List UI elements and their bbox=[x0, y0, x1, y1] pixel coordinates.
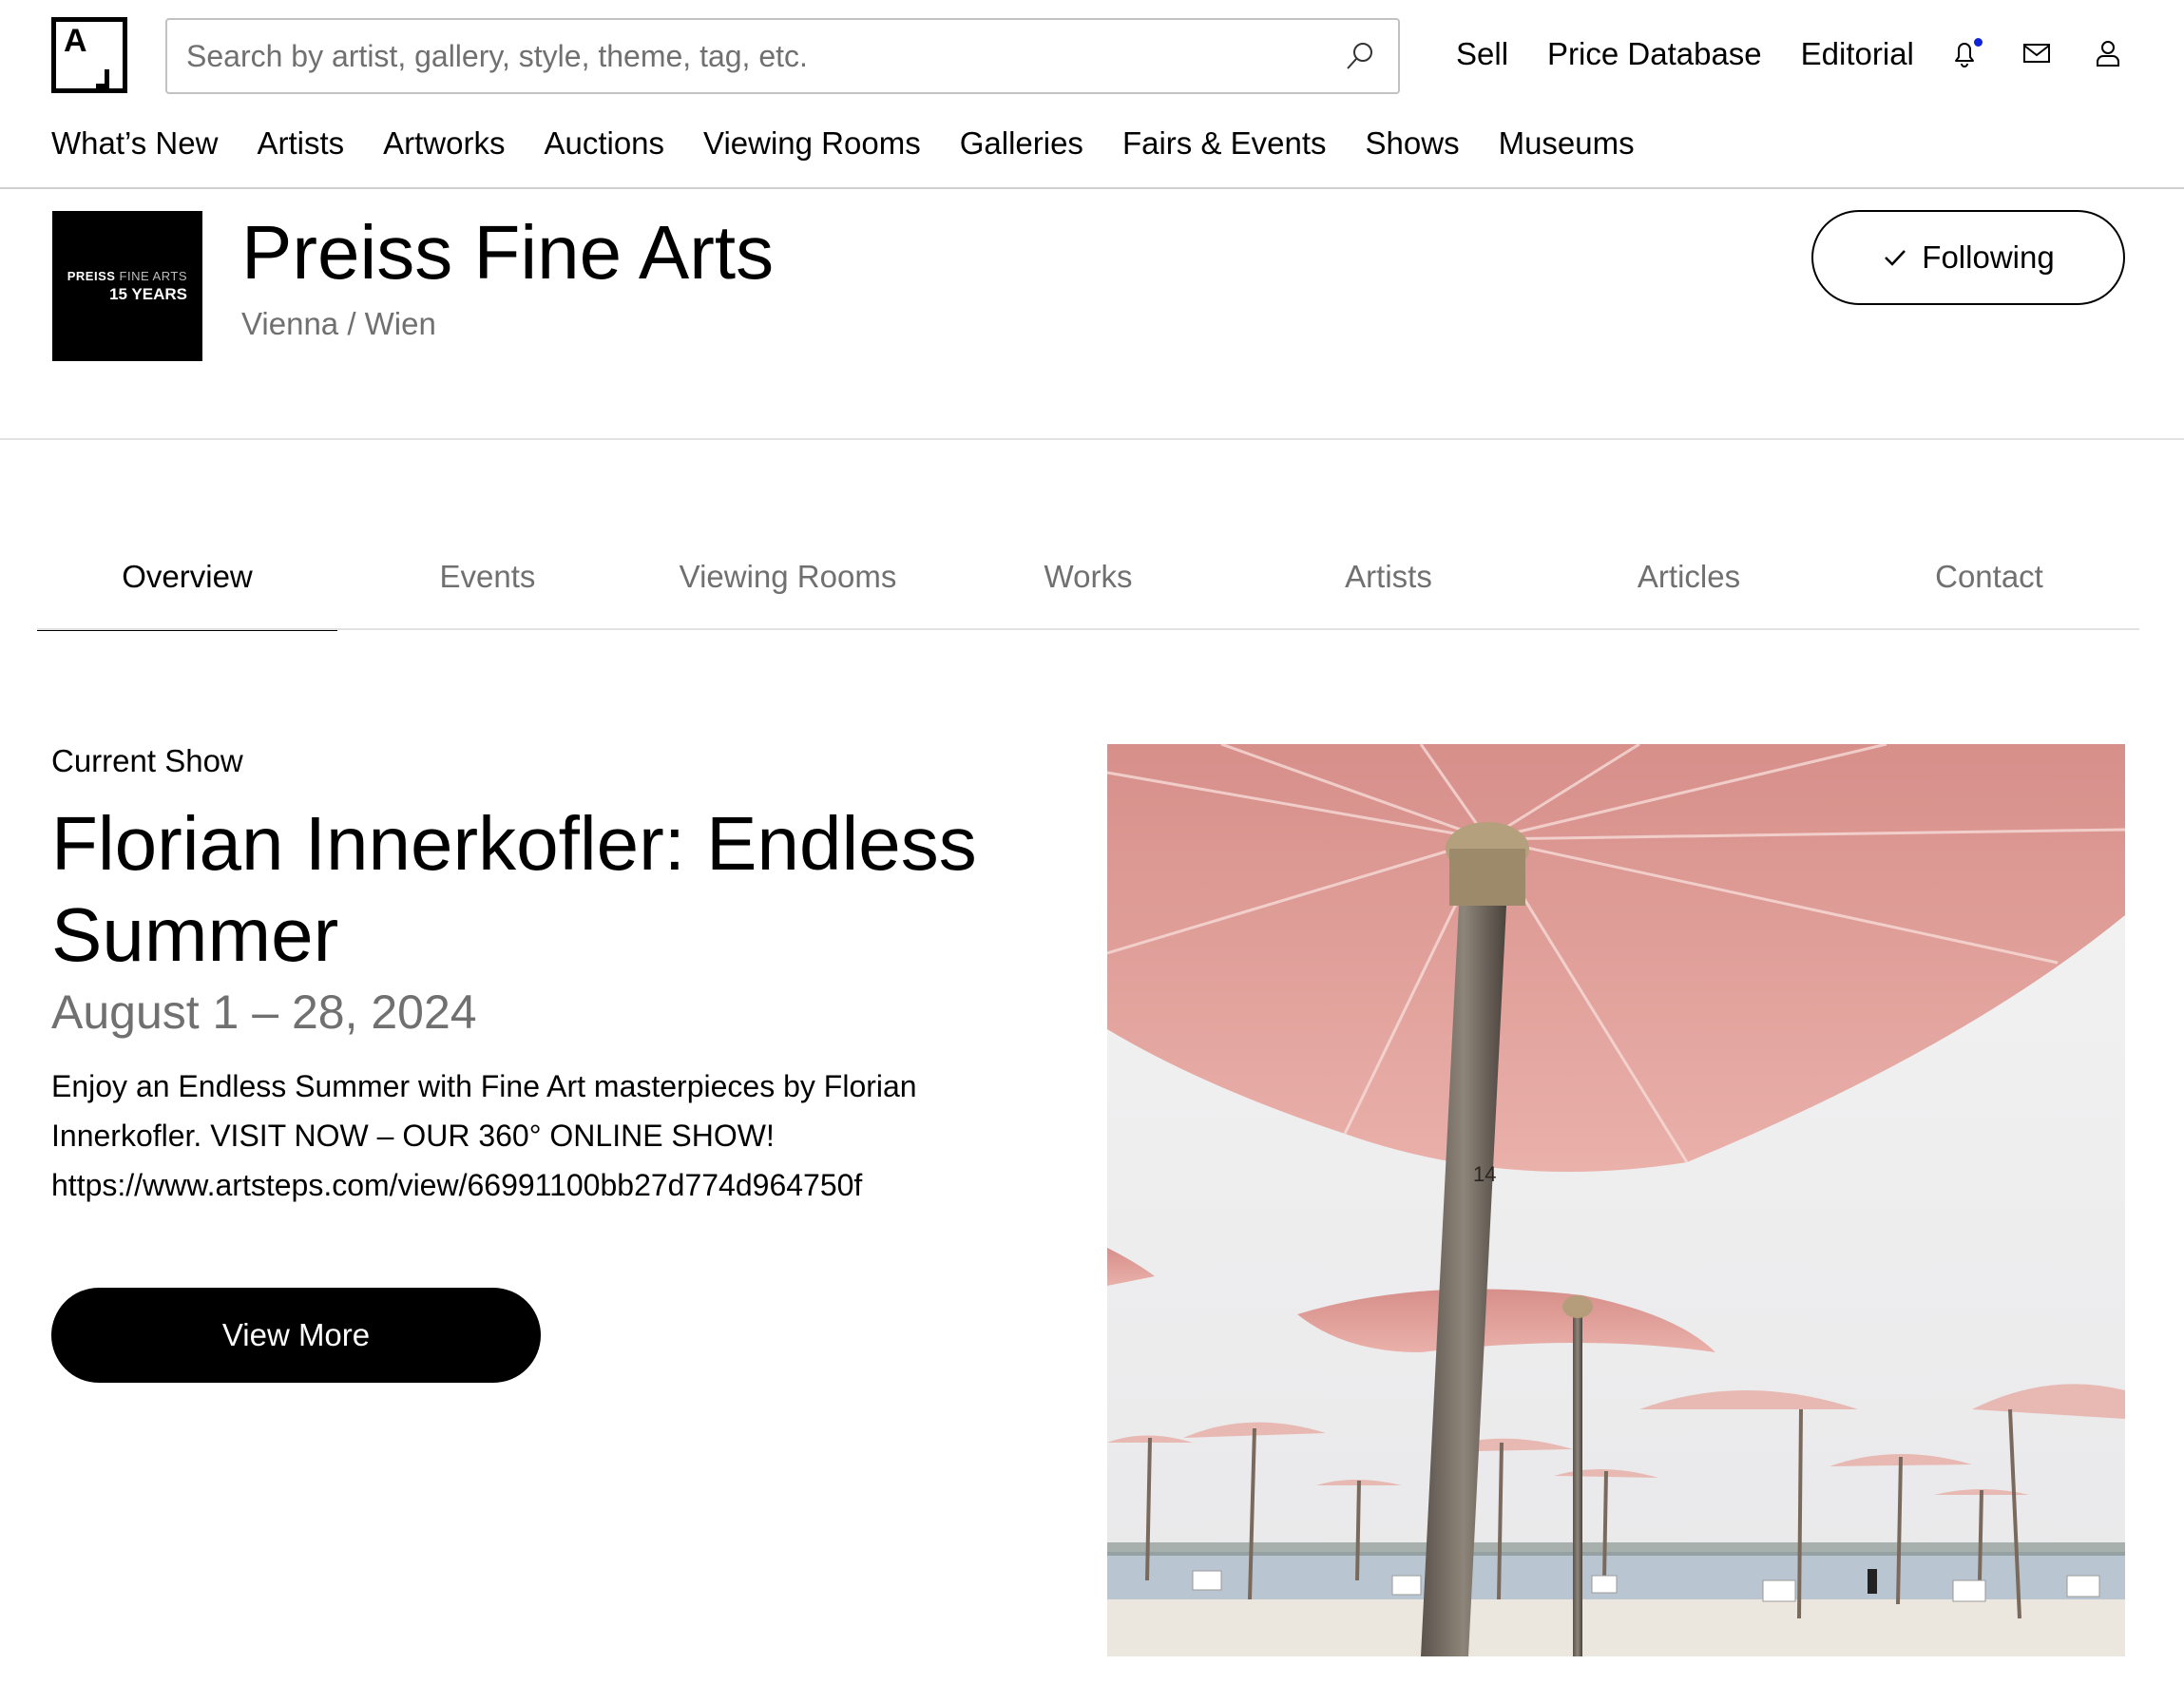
logo-mark-foot bbox=[96, 84, 109, 88]
gallery-divider bbox=[0, 438, 2184, 440]
gallery-location: Vienna / Wien bbox=[241, 306, 436, 341]
check-icon bbox=[1885, 250, 1906, 266]
show-description: Enjoy an Endless Summer with Fine Art ma… bbox=[51, 1069, 917, 1202]
gallery-tabs: Overview Events Viewing Rooms Works Arti… bbox=[37, 532, 2139, 631]
view-more-button[interactable]: View More bbox=[51, 1288, 541, 1383]
tab-events[interactable]: Events bbox=[337, 532, 638, 631]
gallery-logo: PREISS FINE ARTS 15 YEARS bbox=[52, 211, 202, 361]
gallery-logo-line2: 15 YEARS bbox=[109, 284, 187, 303]
search-icon[interactable] bbox=[1343, 39, 1377, 73]
tab-works[interactable]: Works bbox=[938, 532, 1238, 631]
mail-icon[interactable] bbox=[2020, 36, 2054, 70]
artsy-logo[interactable]: A bbox=[51, 17, 127, 93]
search-bar bbox=[165, 18, 1400, 94]
header-divider bbox=[0, 187, 2184, 189]
gallery-logo-line1: PREISS FINE ARTS bbox=[67, 268, 187, 283]
tab-artists[interactable]: Artists bbox=[1238, 532, 1539, 631]
pole-number: 14 bbox=[1473, 1162, 1496, 1186]
editorial-link[interactable]: Editorial bbox=[1801, 36, 1914, 72]
user-icon[interactable] bbox=[2091, 36, 2125, 70]
gallery-name: Preiss Fine Arts bbox=[241, 210, 775, 295]
nav-artworks[interactable]: Artworks bbox=[383, 125, 505, 162]
show-title[interactable]: Florian Innerkofler: Endless Summer bbox=[51, 798, 1040, 981]
following-label: Following bbox=[1922, 239, 2055, 275]
tab-articles[interactable]: Articles bbox=[1539, 532, 1839, 631]
top-links: Sell Price Database Editorial bbox=[1456, 36, 1914, 72]
following-button[interactable]: Following bbox=[1811, 210, 2125, 305]
show-image[interactable]: 14 bbox=[1107, 744, 2125, 1656]
main-nav: What’s New Artists Artworks Auctions Vie… bbox=[51, 125, 1635, 162]
tab-contact[interactable]: Contact bbox=[1839, 532, 2139, 631]
logo-letter: A bbox=[64, 23, 87, 59]
nav-whats-new[interactable]: What’s New bbox=[51, 125, 218, 162]
nav-shows[interactable]: Shows bbox=[1366, 125, 1460, 162]
sell-link[interactable]: Sell bbox=[1456, 36, 1508, 72]
notification-dot bbox=[1974, 38, 1983, 47]
current-show-label: Current Show bbox=[51, 743, 243, 778]
nav-galleries[interactable]: Galleries bbox=[960, 125, 1083, 162]
price-database-link[interactable]: Price Database bbox=[1547, 36, 1762, 72]
nav-fairs-events[interactable]: Fairs & Events bbox=[1122, 125, 1327, 162]
tab-viewing-rooms[interactable]: Viewing Rooms bbox=[638, 532, 938, 631]
tab-overview[interactable]: Overview bbox=[37, 532, 337, 631]
tabs-divider bbox=[37, 628, 2139, 630]
nav-auctions[interactable]: Auctions bbox=[544, 125, 664, 162]
nav-museums[interactable]: Museums bbox=[1499, 125, 1635, 162]
show-dates: August 1 – 28, 2024 bbox=[51, 985, 477, 1039]
search-input[interactable] bbox=[167, 20, 1398, 92]
page: A Sell Price Database Editorial What’s N… bbox=[0, 0, 2184, 1703]
nav-viewing-rooms[interactable]: Viewing Rooms bbox=[703, 125, 921, 162]
nav-artists[interactable]: Artists bbox=[257, 125, 344, 162]
